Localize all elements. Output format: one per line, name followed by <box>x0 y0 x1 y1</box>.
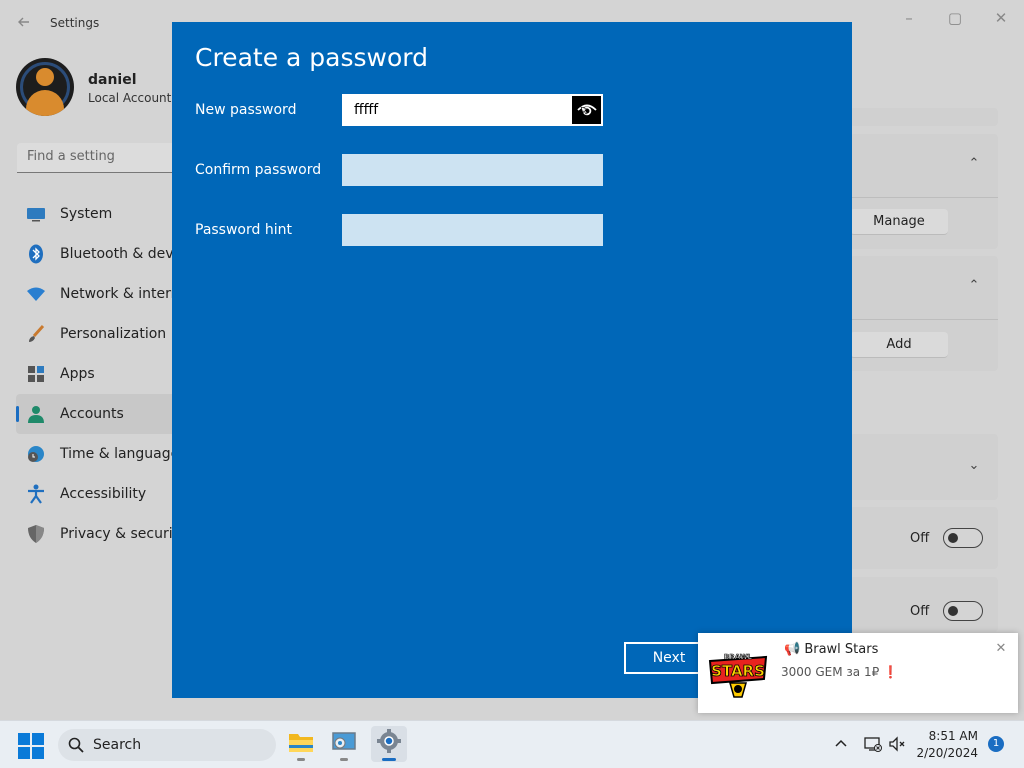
start-button[interactable] <box>18 733 44 759</box>
bluetooth-icon <box>26 244 46 264</box>
apps-icon <box>26 364 46 384</box>
search-icon <box>68 737 84 753</box>
nav-label: Privacy & security <box>60 526 186 542</box>
shield-icon <box>26 524 46 544</box>
find-setting-input[interactable]: Find a setting <box>17 143 187 173</box>
password-hint-input[interactable] <box>342 214 603 246</box>
confirm-password-label: Confirm password <box>195 162 322 178</box>
taskbar-search[interactable]: Search <box>58 729 276 761</box>
settings-card: ⌃ Manage <box>850 134 998 249</box>
nav-label: Accessibility <box>60 486 147 502</box>
arrow-left-icon <box>18 17 29 27</box>
control-panel-icon <box>332 732 356 750</box>
new-password-input[interactable] <box>342 94 603 126</box>
nav-label: Time & language <box>60 446 180 462</box>
settings-card: Off <box>850 507 998 569</box>
network-disconnected-icon <box>864 737 882 752</box>
chevron-down-icon[interactable]: ⌄ <box>966 458 982 474</box>
person-icon <box>26 404 46 424</box>
nav-item-privacy-security[interactable]: Privacy & security <box>16 514 186 554</box>
app-title: Settings <box>50 16 100 30</box>
svg-text:BRAWL: BRAWL <box>724 653 753 661</box>
control-panel-button[interactable] <box>326 726 362 762</box>
network-status-button[interactable] <box>864 735 882 753</box>
settings-card: Off <box>850 577 998 632</box>
chevron-up-icon[interactable]: ⌃ <box>966 156 982 172</box>
password-hint-label: Password hint <box>195 222 292 238</box>
nav-label: Accounts <box>60 406 124 422</box>
nav-item-accounts[interactable]: Accounts <box>16 394 186 434</box>
show-hidden-icons-button[interactable] <box>833 735 849 751</box>
nav-label: Apps <box>60 366 95 382</box>
volume-button[interactable] <box>888 735 906 753</box>
settings-app-button[interactable] <box>371 726 407 762</box>
chevron-up-icon[interactable]: ⌃ <box>966 278 982 294</box>
settings-card: ⌄ <box>850 434 998 500</box>
back-button[interactable] <box>14 14 34 34</box>
nav-item-network[interactable]: Network & interne <box>16 274 186 314</box>
accessibility-icon <box>26 484 46 504</box>
reveal-password-button[interactable] <box>572 96 601 124</box>
nav-item-time-language[interactable]: Time & language <box>16 434 186 474</box>
search-label: Search <box>93 737 142 753</box>
new-password-label: New password <box>195 102 297 118</box>
nav-label: Personalization <box>60 326 167 342</box>
brush-icon <box>26 324 46 344</box>
user-name: daniel <box>88 72 137 88</box>
chevron-up-icon <box>835 739 847 747</box>
settings-nav: System Bluetooth & devic Network & inter… <box>16 194 186 554</box>
notification-toast[interactable]: BRAWL STARS 📢 Brawl Stars 3000 GEM за 1₽… <box>698 633 1018 713</box>
nav-label: System <box>60 206 113 222</box>
brawl-stars-logo-icon: BRAWL STARS <box>708 653 768 698</box>
user-profile[interactable]: daniel Local Account <box>16 58 186 118</box>
file-explorer-button[interactable] <box>283 726 319 762</box>
wifi-icon <box>26 284 46 304</box>
settings-gear-icon <box>377 729 401 753</box>
avatar <box>16 58 74 116</box>
file-explorer-icon <box>289 734 313 752</box>
toggle-state-label: Off <box>910 604 930 619</box>
add-button[interactable]: Add <box>850 332 948 358</box>
globe-clock-icon <box>26 444 46 464</box>
toggle-switch[interactable] <box>943 601 983 621</box>
monitor-icon <box>26 204 46 224</box>
clock-date[interactable]: 2/20/2024 <box>914 746 978 760</box>
settings-card: ⌃ Add <box>850 256 998 371</box>
eye-icon <box>576 104 597 116</box>
nav-label: Network & interne <box>60 286 186 302</box>
toast-close-button[interactable]: ✕ <box>994 642 1008 656</box>
toggle-state-label: Off <box>910 531 930 546</box>
confirm-password-input[interactable] <box>342 154 603 186</box>
toggle-switch[interactable] <box>943 528 983 548</box>
notification-badge[interactable]: 1 <box>988 736 1004 752</box>
toast-body: 3000 GEM за 1₽ ❗ <box>781 665 898 679</box>
nav-item-apps[interactable]: Apps <box>16 354 186 394</box>
account-type: Local Account <box>88 91 172 105</box>
manage-button[interactable]: Manage <box>850 209 948 235</box>
close-button[interactable]: ✕ <box>978 6 1024 30</box>
nav-item-personalization[interactable]: Personalization <box>16 314 186 354</box>
clock-time[interactable]: 8:51 AM <box>920 729 978 743</box>
dialog-title: Create a password <box>195 43 428 72</box>
maximize-button[interactable]: ▢ <box>932 6 978 30</box>
svg-text:STARS: STARS <box>711 662 765 680</box>
settings-card <box>850 108 998 126</box>
nav-item-bluetooth[interactable]: Bluetooth & devic <box>16 234 186 274</box>
volume-muted-icon <box>889 736 905 752</box>
nav-item-accessibility[interactable]: Accessibility <box>16 474 186 514</box>
taskbar: Search 8:51 AM 2/20/2024 1 <box>0 720 1024 768</box>
toast-title: 📢 Brawl Stars <box>784 642 879 657</box>
nav-item-system[interactable]: System <box>16 194 186 234</box>
create-password-dialog: Create a password New password Confirm p… <box>172 22 852 698</box>
minimize-button[interactable]: – <box>886 6 932 30</box>
nav-label: Bluetooth & devic <box>60 246 186 262</box>
